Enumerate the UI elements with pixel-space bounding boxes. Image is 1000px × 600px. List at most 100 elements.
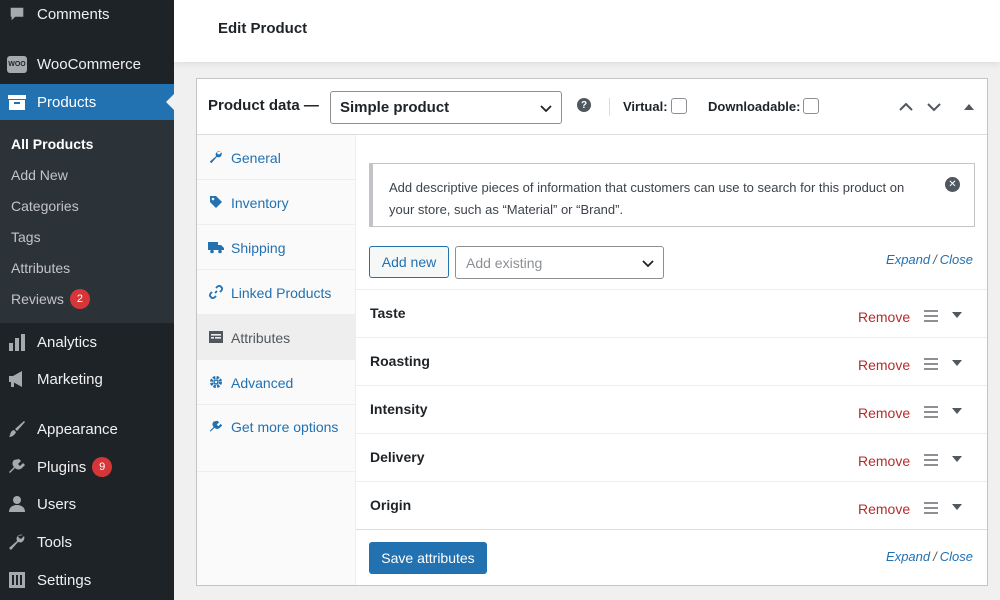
tab-general[interactable]: General <box>197 135 355 180</box>
menu-item-plugins[interactable]: Plugins 9 <box>0 449 174 485</box>
add-existing-placeholder: Add existing <box>466 254 543 271</box>
tab-label: Get more options <box>231 419 339 435</box>
save-attributes-button[interactable]: Save attributes <box>369 542 487 574</box>
remove-attribute-link[interactable]: Remove <box>858 309 910 325</box>
menu-item-settings[interactable]: Settings <box>0 562 174 598</box>
product-data-panel: Product data — Simple product ? Virtual:… <box>196 78 988 586</box>
move-down-icon[interactable] <box>924 97 944 117</box>
menu-item-analytics[interactable]: Analytics <box>0 324 174 360</box>
menu-item-users[interactable]: Users <box>0 486 174 522</box>
tab-shipping[interactable]: Shipping <box>197 225 355 270</box>
submenu-categories[interactable]: Categories <box>11 198 79 214</box>
plugins-count-badge: 9 <box>92 457 113 477</box>
comment-icon <box>7 4 27 24</box>
tab-label: Inventory <box>231 195 289 211</box>
wrench-icon <box>208 149 224 165</box>
product-data-tabs: General Inventory Shipping Linked Produc… <box>197 135 356 585</box>
remove-attribute-link[interactable]: Remove <box>858 405 910 421</box>
toggle-triangle-icon[interactable] <box>952 504 962 510</box>
product-type-value: Simple product <box>340 99 450 116</box>
panel-title: Product data — <box>208 97 319 114</box>
downloadable-option: Downloadable: <box>708 98 820 114</box>
tab-inventory[interactable]: Inventory <box>197 180 355 225</box>
add-new-attribute-button[interactable]: Add new <box>369 246 449 278</box>
drag-handle-icon[interactable] <box>924 310 938 322</box>
submenu-attributes[interactable]: Attributes <box>11 260 70 276</box>
remove-attribute-link[interactable]: Remove <box>858 453 910 469</box>
menu-item-marketing[interactable]: Marketing <box>0 361 174 397</box>
menu-label: Comments <box>37 5 110 23</box>
attribute-row[interactable]: Roasting Remove <box>356 337 987 385</box>
close-all-link[interactable]: Close <box>940 252 973 267</box>
drag-handle-icon[interactable] <box>924 454 938 466</box>
attribute-row[interactable]: Delivery Remove <box>356 433 987 481</box>
close-icon[interactable]: ✕ <box>945 177 960 192</box>
product-type-select[interactable]: Simple product <box>330 91 562 124</box>
submenu-label: All Products <box>11 136 94 152</box>
megaphone-icon <box>7 369 27 389</box>
close-all-link[interactable]: Close <box>940 549 973 564</box>
woocommerce-icon: WOO <box>7 54 27 74</box>
link-icon <box>208 284 224 300</box>
toggle-triangle-icon[interactable] <box>952 360 962 366</box>
menu-item-products[interactable]: Products <box>0 84 174 120</box>
virtual-option: Virtual: <box>623 98 687 114</box>
toggle-triangle-icon[interactable] <box>952 408 962 414</box>
tab-advanced[interactable]: Advanced <box>197 360 355 405</box>
tab-get-more-options[interactable]: Get more options <box>197 405 355 472</box>
tab-label: Linked Products <box>231 285 332 301</box>
tab-label: General <box>231 150 281 166</box>
submenu-add-new[interactable]: Add New <box>11 167 68 183</box>
move-up-icon[interactable] <box>896 97 916 117</box>
remove-attribute-link[interactable]: Remove <box>858 501 910 517</box>
menu-label: Products <box>37 93 97 111</box>
expand-all-link[interactable]: Expand <box>886 549 930 564</box>
header-divider <box>609 98 610 116</box>
menu-item-tools[interactable]: Tools <box>0 524 174 560</box>
gear-icon <box>208 374 224 390</box>
submenu-tags[interactable]: Tags <box>11 229 41 245</box>
attribute-row[interactable]: Origin Remove <box>356 481 987 529</box>
virtual-label: Virtual: <box>623 98 668 114</box>
virtual-checkbox[interactable] <box>670 98 687 114</box>
attribute-row[interactable]: Taste Remove <box>356 289 987 337</box>
submenu-label: Attributes <box>11 260 71 276</box>
products-submenu: All Products Add New Categories Tags Att… <box>0 120 174 323</box>
close-glyph: ✕ <box>948 179 957 190</box>
toggle-triangle-icon[interactable] <box>952 456 962 462</box>
submenu-reviews[interactable]: Reviews 2 <box>11 289 90 309</box>
add-existing-attribute-select[interactable]: Add existing <box>455 246 664 279</box>
menu-item-woocommerce[interactable]: WOO WooCommerce <box>0 46 174 82</box>
drag-handle-icon[interactable] <box>924 406 938 418</box>
attribute-row[interactable]: Intensity Remove <box>356 385 987 433</box>
drag-handle-icon[interactable] <box>924 502 938 514</box>
menu-label: Marketing <box>37 370 103 388</box>
tab-label: Shipping <box>231 240 286 256</box>
menu-item-comments[interactable]: Comments <box>0 0 174 32</box>
expand-all-link[interactable]: Expand <box>886 252 930 267</box>
attributes-footer: Save attributes Expand / Close <box>356 529 987 585</box>
drag-handle-icon[interactable] <box>924 358 938 370</box>
tab-attributes[interactable]: Attributes <box>197 315 355 360</box>
submenu-all-products[interactable]: All Products <box>11 136 93 152</box>
wrench-icon <box>7 532 27 552</box>
downloadable-checkbox[interactable] <box>803 98 820 114</box>
help-glyph: ? <box>580 99 588 111</box>
link-separator: / <box>933 549 937 564</box>
analytics-icon <box>7 332 27 352</box>
attribute-name: Roasting <box>370 353 430 369</box>
attribute-name: Origin <box>370 497 412 513</box>
toggle-triangle-icon[interactable] <box>952 312 962 318</box>
tab-label: Advanced <box>231 375 294 391</box>
tab-linked-products[interactable]: Linked Products <box>197 270 355 315</box>
reviews-count-badge: 2 <box>69 289 90 309</box>
remove-attribute-link[interactable]: Remove <box>858 357 910 373</box>
menu-label: Settings <box>37 571 92 589</box>
notice-text: Add descriptive pieces of information th… <box>389 180 905 217</box>
page-header: Edit Product <box>174 0 1000 62</box>
submenu-label: Reviews <box>11 291 64 307</box>
help-icon[interactable]: ? <box>577 98 591 112</box>
collapse-triangle-icon[interactable] <box>959 97 979 117</box>
menu-item-appearance[interactable]: Appearance <box>0 411 174 447</box>
attribute-name: Intensity <box>370 401 428 417</box>
